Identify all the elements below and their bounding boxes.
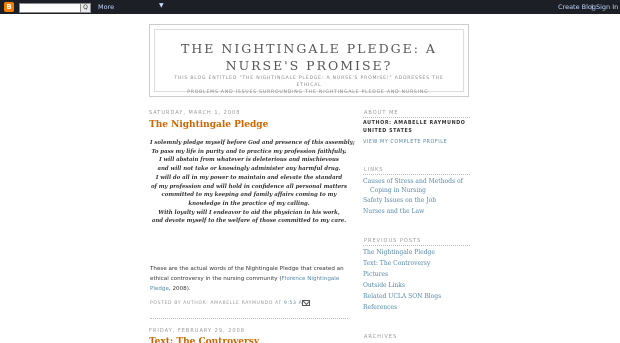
- post-body-line-2: ethical controversy in the nursing commu…: [150, 275, 348, 285]
- pledge-link[interactable]: Pledge: [150, 286, 169, 292]
- search-input[interactable]: [19, 3, 81, 13]
- pledge-line: of my profession and will hold in confid…: [150, 183, 348, 190]
- author-name: AUTHOR: AMABELLE RAYMUNDO: [363, 121, 465, 126]
- post-body-line-1: These are the actual words of the Nighti…: [150, 266, 344, 272]
- sidebar-previous-post[interactable]: Pictures: [363, 270, 471, 279]
- post-body-citation: , 2008).: [168, 285, 191, 292]
- pledge-line: committed to my keeping and family affai…: [161, 192, 337, 199]
- post-date-header: SATURDAY, MARCH 1, 2008: [149, 110, 241, 116]
- blogger-logo-icon[interactable]: B: [4, 2, 14, 12]
- post-author: POSTED BY AUTHOR: AMABELLE RAYMUNDO AT: [150, 301, 282, 306]
- pledge-line: and will not take or knowingly administe…: [157, 166, 341, 173]
- sidebar-previous-post[interactable]: References: [363, 303, 471, 312]
- sidebar-link-law[interactable]: Nurses and the Law: [363, 207, 471, 216]
- author-location: UNITED STATES: [363, 129, 412, 134]
- blog-title[interactable]: THE NIGHTINGALE PLEDGE: A NURSE'S PROMIS…: [155, 40, 463, 74]
- sidebar-previous-post[interactable]: Related UCLA SON Blogs: [363, 292, 471, 301]
- blog-description-line-1: THIS BLOG ENTITLED "THE NIGHTINGALE PLED…: [174, 76, 444, 88]
- sidebar-previous-post[interactable]: Outside Links: [363, 281, 471, 290]
- sidebar-link-safety[interactable]: Safety Issues on the Job: [363, 196, 471, 205]
- post-body-line-3: Pledge, 2008).: [150, 285, 348, 295]
- post-body-text: ethical controversy in the nursing commu…: [150, 275, 282, 282]
- pledge-text: I solemnly pledge myself before God and …: [150, 139, 355, 226]
- sidebar-heading-previous: PREVIOUS POSTS: [364, 238, 422, 244]
- sidebar-link-stress-cont[interactable]: Coping in Nursing: [363, 186, 471, 195]
- pledge-line: To pass my life in purity and to practic…: [151, 148, 347, 155]
- post-body: These are the actual words of the Nighti…: [150, 265, 348, 294]
- blog-description: THIS BLOG ENTITLED "THE NIGHTINGALE PLED…: [161, 75, 457, 96]
- florence-nightingale-link[interactable]: Florence Nightingale: [282, 276, 340, 282]
- post-title[interactable]: The Nightingale Pledge: [149, 120, 268, 130]
- sidebar-heading-archives: ARCHIVES: [364, 334, 398, 340]
- header-inner-frame: THE NIGHTINGALE PLEDGE: A NURSE'S PROMIS…: [154, 29, 464, 95]
- post-title[interactable]: Text: The Controversy: [149, 337, 259, 343]
- sidebar-heading-about: ABOUT ME: [364, 110, 399, 116]
- search-icon[interactable]: Q: [80, 3, 91, 13]
- blog-header: THE NIGHTINGALE PLEDGE: A NURSE'S PROMIS…: [149, 24, 469, 97]
- email-post-icon[interactable]: [302, 300, 310, 306]
- blog-title-line-1[interactable]: THE NIGHTINGALE PLEDGE: A: [155, 40, 463, 57]
- author-country: UNITED STATES: [363, 129, 413, 134]
- pledge-line: I will abstain from whatever is deleteri…: [159, 157, 339, 164]
- pledge-line: With loyalty will I endeavor to aid the …: [158, 209, 340, 216]
- sidebar-divider: [363, 245, 470, 246]
- post-divider: [150, 318, 348, 319]
- sidebar-previous-post[interactable]: The Nightingale Pledge: [363, 248, 471, 257]
- chevron-down-icon[interactable]: ▼: [159, 2, 164, 9]
- nav-separator: |: [591, 3, 594, 11]
- sidebar-divider: [363, 174, 470, 175]
- post-date-header: FRIDAY, FEBRUARY 29, 2008: [149, 328, 245, 334]
- sidebar-previous-post[interactable]: Text: The Controversy: [363, 259, 471, 268]
- pledge-line: I solemnly pledge myself before God and …: [150, 140, 355, 146]
- sidebar-heading-links: LINKS: [364, 167, 384, 173]
- author-label: AUTHOR: AMABELLE RAYMUNDO: [363, 121, 466, 126]
- pledge-line: and devote myself to the welfare of thos…: [151, 218, 347, 225]
- sidebar-divider: [363, 117, 470, 118]
- pledge-line: I will do all in my power to maintain an…: [155, 174, 343, 181]
- more-menu[interactable]: More: [98, 3, 114, 11]
- blog-title-line-2[interactable]: NURSE'S PROMISE?: [155, 57, 463, 74]
- sidebar-link-stress[interactable]: Causes of Stress and Methods of: [363, 177, 471, 186]
- sign-in-link[interactable]: Sign In: [596, 3, 618, 11]
- pledge-line: knowledge in the practice of my calling.: [188, 200, 310, 207]
- view-profile-link[interactable]: VIEW MY COMPLETE PROFILE: [363, 140, 447, 145]
- blogger-navbar: B Q More ▼ Create Blog | Sign In: [0, 0, 620, 14]
- post-footer: POSTED BY AUTHOR: AMABELLE RAYMUNDO AT 9…: [150, 301, 348, 306]
- blog-description-line-2: PROBLEMS AND ISSUES SURROUNDING THE NIGH…: [187, 90, 431, 95]
